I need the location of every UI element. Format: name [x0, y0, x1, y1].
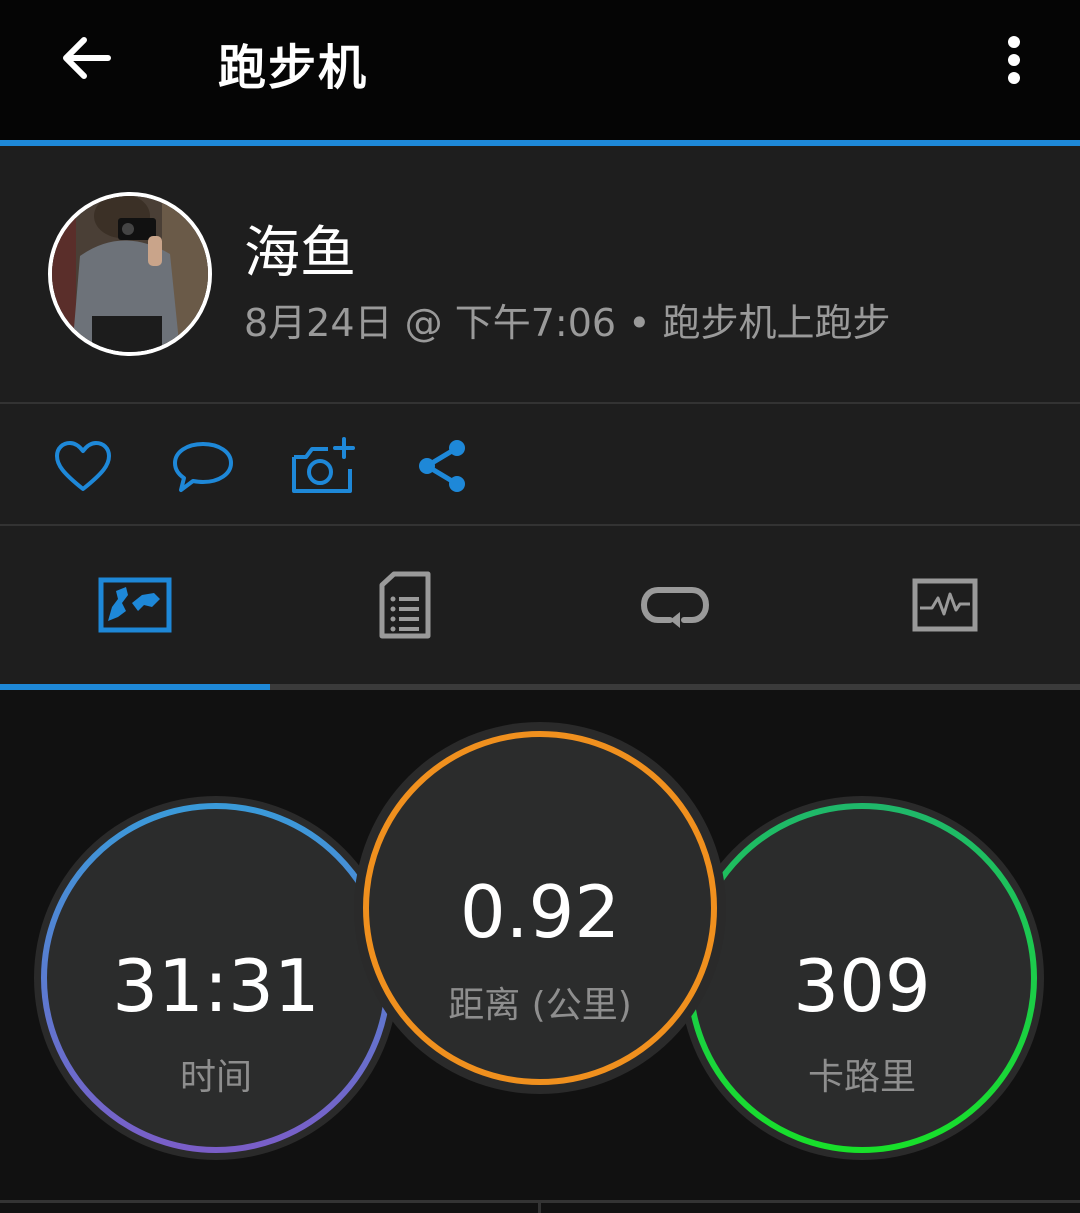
share-icon — [419, 440, 465, 492]
calories-label: 卡路里 — [807, 1057, 916, 1098]
app-bar: 跑步机 — [0, 0, 1080, 140]
avatar-photo — [52, 196, 208, 352]
arrow-left-icon — [63, 37, 111, 79]
comment-button[interactable] — [168, 434, 238, 498]
activity-chart-icon — [912, 578, 978, 632]
distance-stat-circle: 0.92 距离 (公里) — [352, 720, 728, 1096]
meta-separator: • — [628, 301, 651, 345]
action-bar — [0, 404, 1080, 524]
comment-icon — [173, 442, 233, 492]
time-stat-circle: 31:31 时间 — [32, 794, 400, 1162]
page-title: 跑步机 — [218, 40, 369, 96]
tab-overview[interactable] — [0, 526, 270, 684]
activity-type: 跑步机上跑步 — [662, 301, 891, 345]
user-name[interactable]: 海鱼 — [244, 208, 356, 289]
time-value: 31:31 — [112, 944, 320, 1028]
back-button[interactable] — [50, 22, 122, 94]
more-options-button[interactable] — [986, 24, 1042, 96]
distance-value: 0.92 — [459, 870, 621, 954]
activity-time: 下午7:06 — [454, 301, 617, 345]
share-button[interactable] — [408, 434, 478, 498]
activity-date: 8月24日 — [244, 301, 393, 345]
bottom-column-separator — [538, 1200, 541, 1213]
calories-value: 309 — [793, 944, 931, 1028]
activity-at: @ — [404, 301, 443, 345]
loop-icon — [640, 587, 710, 628]
like-button[interactable] — [48, 434, 118, 498]
camera-add-icon — [292, 437, 355, 493]
avatar[interactable] — [48, 192, 212, 356]
tab-bar — [0, 526, 1080, 684]
heart-icon — [55, 441, 111, 491]
more-vertical-icon — [1008, 36, 1020, 84]
distance-label: 距离 (公里) — [448, 985, 632, 1026]
tab-laps[interactable] — [540, 526, 810, 684]
activity-header: 海鱼 8月24日 @ 下午7:06 • 跑步机上跑步 — [0, 146, 1080, 402]
tab-details[interactable] — [270, 526, 540, 684]
activity-meta: 8月24日 @ 下午7:06 • 跑步机上跑步 — [244, 292, 891, 347]
calories-stat-circle: 309 卡路里 — [678, 794, 1046, 1162]
document-list-icon — [379, 571, 431, 639]
add-photo-button[interactable] — [288, 434, 358, 498]
tab-charts[interactable] — [810, 526, 1080, 684]
time-label: 时间 — [179, 1057, 252, 1098]
map-icon — [98, 577, 172, 633]
